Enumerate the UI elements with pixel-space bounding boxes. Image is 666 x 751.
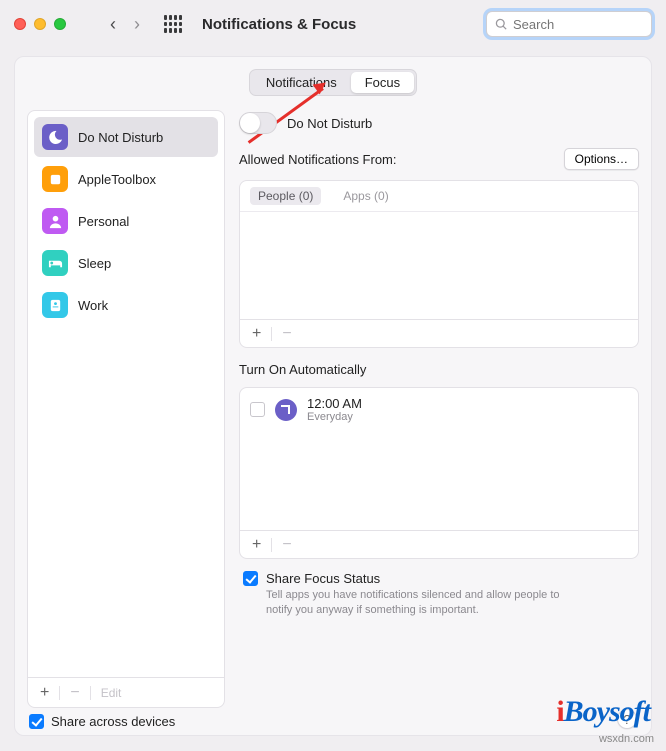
watermark-url: wsxdn.com	[599, 733, 654, 745]
apps-tab[interactable]: Apps (0)	[335, 187, 396, 205]
sidebar-item-label: AppleToolbox	[78, 172, 156, 187]
sidebar-item-personal[interactable]: Personal	[34, 201, 218, 241]
tab-focus[interactable]: Focus	[351, 72, 414, 93]
people-tab[interactable]: People (0)	[250, 187, 321, 205]
add-schedule-button[interactable]: +	[248, 536, 265, 554]
schedule-checkbox[interactable]	[250, 402, 265, 417]
share-devices-label: Share across devices	[51, 714, 175, 729]
sidebar-item-sleep[interactable]: Sleep	[34, 243, 218, 283]
remove-allowed-button: −	[278, 325, 295, 343]
minimize-window-button[interactable]	[34, 18, 46, 30]
close-window-button[interactable]	[14, 18, 26, 30]
auto-on-label: Turn On Automatically	[239, 362, 639, 377]
divider	[90, 686, 91, 700]
options-button[interactable]: Options…	[564, 148, 639, 170]
dnd-toggle[interactable]	[239, 112, 277, 134]
forward-button: ›	[130, 14, 144, 35]
share-focus-title: Share Focus Status	[266, 571, 586, 586]
focus-list: Do Not Disturb AppleToolbox Personal	[27, 110, 225, 708]
edit-focus-button: Edit	[97, 686, 122, 700]
remove-focus-button: −	[66, 684, 83, 702]
divider	[59, 686, 60, 700]
square-icon	[42, 166, 68, 192]
back-button[interactable]: ‹	[106, 14, 120, 35]
schedule-repeat: Everyday	[307, 411, 362, 423]
badge-icon	[42, 292, 68, 318]
tab-notifications[interactable]: Notifications	[252, 72, 351, 93]
watermark-logo: iBoysoft	[556, 695, 650, 729]
moon-icon	[42, 124, 68, 150]
schedule-list: 12:00 AM Everyday + −	[239, 387, 639, 559]
search-input[interactable]	[513, 17, 666, 32]
remove-schedule-button: −	[278, 536, 295, 554]
clock-icon	[275, 399, 297, 421]
tab-segmented-control: Notifications Focus	[249, 69, 417, 96]
sidebar-item-work[interactable]: Work	[34, 285, 218, 325]
share-focus-description: Tell apps you have notifications silence…	[266, 588, 586, 618]
add-allowed-button[interactable]: +	[248, 325, 265, 343]
person-icon	[42, 208, 68, 234]
sidebar-item-label: Personal	[78, 214, 129, 229]
search-field[interactable]	[486, 11, 652, 37]
window-title: Notifications & Focus	[202, 16, 356, 33]
allowed-notifications-label: Allowed Notifications From:	[239, 152, 397, 167]
share-devices-checkbox[interactable]	[29, 714, 44, 729]
sidebar-item-label: Sleep	[78, 256, 111, 271]
add-focus-button[interactable]: +	[36, 684, 53, 702]
sidebar-item-label: Do Not Disturb	[78, 130, 163, 145]
dnd-toggle-label: Do Not Disturb	[287, 116, 372, 131]
sidebar-item-label: Work	[78, 298, 108, 313]
bed-icon	[42, 250, 68, 276]
allowed-notifications-list: People (0) Apps (0) + −	[239, 180, 639, 348]
sidebar-item-do-not-disturb[interactable]: Do Not Disturb	[34, 117, 218, 157]
maximize-window-button[interactable]	[54, 18, 66, 30]
schedule-time: 12:00 AM	[307, 396, 362, 411]
search-icon	[495, 18, 508, 31]
schedule-row[interactable]: 12:00 AM Everyday	[240, 388, 638, 431]
all-settings-button[interactable]	[164, 15, 182, 33]
sidebar-item-appletoolbox[interactable]: AppleToolbox	[34, 159, 218, 199]
share-focus-checkbox[interactable]	[243, 571, 258, 586]
